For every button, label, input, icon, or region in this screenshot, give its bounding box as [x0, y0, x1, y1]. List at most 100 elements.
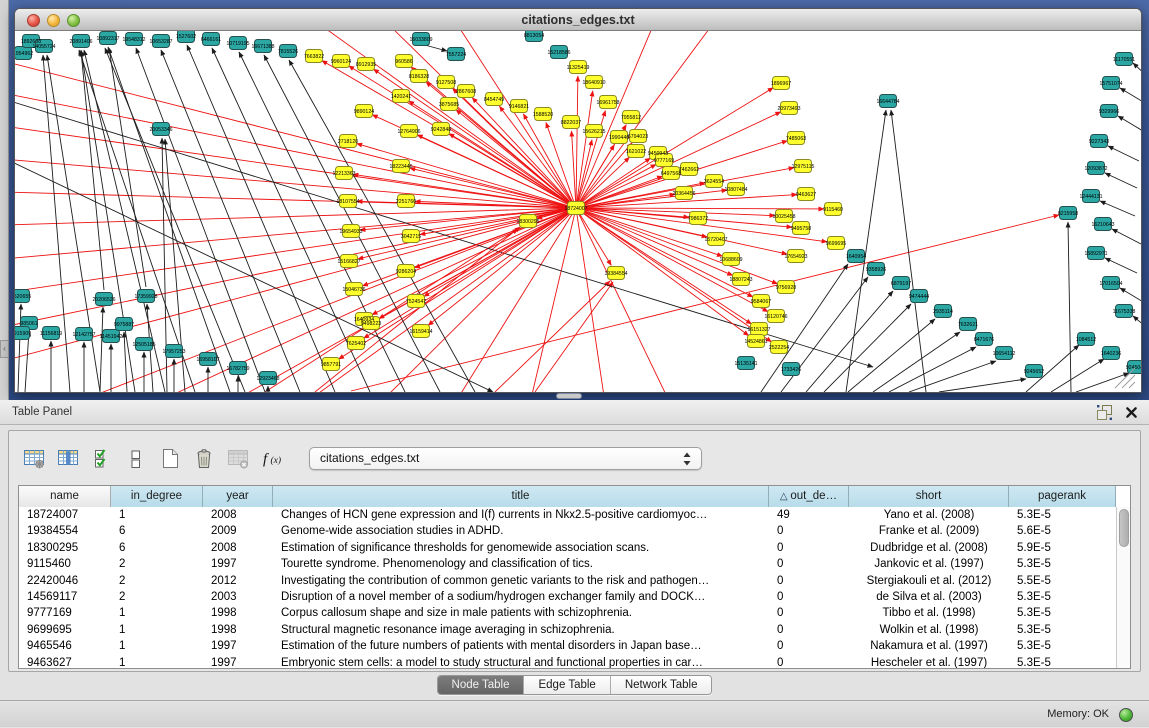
select-all-icon[interactable] [87, 444, 117, 472]
svg-text:12213363: 12213363 [332, 171, 355, 177]
vertical-scrollbar[interactable] [1116, 507, 1130, 668]
svg-text:2867608: 2867608 [456, 89, 476, 95]
svg-text:7632621: 7632621 [958, 322, 978, 328]
svg-text:18807243: 18807243 [729, 277, 752, 283]
svg-text:2520655: 2520655 [15, 294, 31, 300]
tab-node-table[interactable]: Node Table [438, 676, 525, 694]
table-row[interactable]: 911546021997Tourette syndrome. Phenomeno… [19, 556, 1116, 572]
svg-text:19654933: 19654933 [339, 229, 362, 235]
unselect-all-icon[interactable] [121, 444, 151, 472]
svg-text:9146821: 9146821 [509, 104, 529, 110]
svg-text:9857791: 9857791 [321, 362, 341, 368]
svg-text:7625402: 7625402 [346, 341, 366, 347]
table-selector-dropdown[interactable]: citations_edges.txt [309, 447, 702, 470]
svg-text:11675338: 11675338 [1113, 309, 1136, 315]
svg-text:19548312: 19548312 [122, 37, 145, 43]
network-view[interactable]: 1954962189260814055724208914061089231719… [15, 31, 1141, 392]
svg-text:17957253: 17957253 [162, 349, 185, 355]
svg-text:9227343: 9227343 [1089, 139, 1109, 145]
table-panel: Table Panel f(x)citations_edges.txt n [0, 400, 1149, 727]
svg-text:2522254: 2522254 [769, 345, 789, 351]
function-builder-icon[interactable]: f(x) [257, 444, 287, 472]
select-columns-icon[interactable] [53, 444, 83, 472]
table-type-tabs: Node TableEdge TableNetwork Table [437, 675, 713, 695]
column-header-title[interactable]: title [273, 486, 769, 507]
table-row[interactable]: 969969511998Structural magnetic resonanc… [19, 622, 1116, 638]
svg-text:8912935: 8912935 [356, 62, 376, 68]
svg-text:12764906: 12764906 [397, 129, 420, 135]
svg-text:18300295: 18300295 [516, 219, 539, 225]
table-body: 1872400712008Changes of HCN gene express… [19, 507, 1116, 669]
memory-status-label: Memory: OK [1047, 701, 1109, 728]
svg-text:1527602: 1527602 [176, 34, 196, 40]
svg-text:16033809: 16033809 [409, 37, 432, 43]
svg-text:14524861: 14524861 [744, 339, 767, 345]
svg-text:1954962: 1954962 [15, 51, 33, 57]
svg-text:1084512: 1084512 [1076, 337, 1096, 343]
svg-text:9960124: 9960124 [331, 59, 351, 65]
svg-text:16782759: 16782759 [226, 366, 249, 372]
svg-text:9450943: 9450943 [648, 151, 668, 157]
delete-column-icon [223, 444, 253, 472]
table-row[interactable]: 1456911722003Disruption of a novel membe… [19, 589, 1116, 605]
svg-text:8471676: 8471676 [974, 337, 994, 343]
window-title: citations_edges.txt [15, 9, 1141, 31]
table-row[interactable]: 977716911998Corpus callosum shape and si… [19, 605, 1116, 621]
svg-text:18223446: 18223446 [389, 164, 412, 170]
svg-text:7663822: 7663822 [304, 54, 324, 60]
svg-text:9890124: 9890124 [354, 109, 374, 115]
svg-text:16159414: 16159414 [409, 329, 432, 335]
svg-text:9584067: 9584067 [751, 299, 771, 305]
column-header-name[interactable]: name [19, 486, 111, 507]
svg-text:9498223: 9498223 [361, 321, 381, 327]
table-row[interactable]: 946554611997Estimation of the future num… [19, 638, 1116, 654]
table-row[interactable]: 946362711997Embryonic stem cells: a mode… [19, 655, 1116, 669]
network-window[interactable]: citations_edges.txt 19549621892608140557… [14, 8, 1142, 393]
column-header-pagerank[interactable]: pagerank [1009, 486, 1116, 507]
sort-ascending-icon: △ [780, 491, 790, 502]
svg-text:9115460: 9115460 [823, 207, 843, 213]
scrollbar-thumb[interactable] [1119, 509, 1129, 547]
window-titlebar[interactable]: citations_edges.txt [15, 9, 1141, 31]
memory-status-indicator[interactable] [1119, 708, 1133, 722]
svg-text:11325419: 11325419 [567, 65, 590, 71]
new-table-icon[interactable] [155, 444, 185, 472]
panel-splitter-handle[interactable] [556, 393, 582, 399]
svg-text:8813054: 8813054 [524, 33, 544, 39]
float-panel-icon[interactable] [1095, 403, 1114, 422]
panel-collapse-handle[interactable]: ‹ [0, 340, 9, 358]
svg-text:10719195: 10719195 [226, 41, 249, 47]
table-header-row: namein_degreeyeartitle△ out_de…shortpage… [19, 486, 1116, 507]
svg-text:7986372: 7986372 [688, 216, 708, 222]
column-header-short[interactable]: short [849, 486, 1009, 507]
table-row[interactable]: 1830029562008Estimation of significance … [19, 540, 1116, 556]
column-header-out_de[interactable]: △ out_de… [769, 486, 849, 507]
svg-text:15135141: 15135141 [734, 361, 757, 367]
svg-text:8822037: 8822037 [561, 120, 581, 126]
svg-text:20053346: 20053346 [149, 127, 172, 133]
table-row[interactable]: 1938455462009Genome-wide association stu… [19, 523, 1116, 539]
svg-text:8186328: 8186328 [409, 74, 429, 80]
svg-text:16644784: 16644784 [876, 99, 899, 105]
tab-edge-table[interactable]: Edge Table [524, 676, 610, 694]
svg-text:2251760: 2251760 [396, 199, 416, 205]
tab-network-table[interactable]: Network Table [611, 676, 712, 694]
delete-table-icon[interactable] [189, 444, 219, 472]
svg-text:3875685: 3875685 [439, 102, 459, 108]
column-header-in_degree[interactable]: in_degree [111, 486, 203, 507]
svg-text:9756928: 9756928 [776, 285, 796, 291]
svg-text:9242848: 9242848 [431, 127, 451, 133]
table-settings-icon[interactable] [19, 444, 49, 472]
svg-text:1640236: 1640236 [1101, 351, 1121, 357]
table-panel-content: f(x) citations_edges.txt namein_degreeyea… [8, 430, 1141, 672]
svg-text:6879197: 6879197 [891, 281, 911, 287]
close-panel-icon[interactable] [1124, 405, 1139, 420]
svg-text:16120746: 16120746 [764, 314, 787, 320]
table-panel-title: Table Panel [12, 400, 72, 425]
table-row[interactable]: 2242004622012Investigating the contribut… [19, 573, 1116, 589]
svg-text:2718120: 2718120 [338, 139, 358, 145]
column-header-year[interactable]: year [203, 486, 273, 507]
svg-text:9699695: 9699695 [826, 241, 846, 247]
citation-network-graph[interactable]: 1954962189260814055724208914061089231719… [15, 31, 1141, 392]
table-row[interactable]: 1872400712008Changes of HCN gene express… [19, 507, 1116, 523]
